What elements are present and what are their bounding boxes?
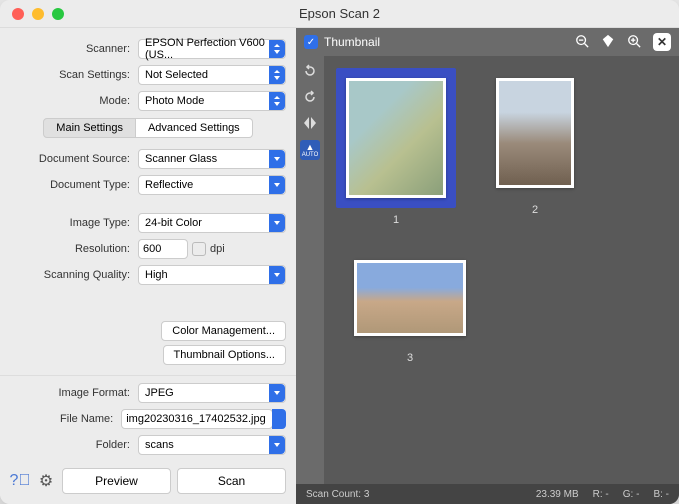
mirror-icon[interactable] [300,114,320,132]
titlebar: Epson Scan 2 [0,0,679,28]
document-source-label: Document Source: [10,153,138,165]
file-name-input[interactable] [121,409,273,429]
resolution-input[interactable] [138,239,188,259]
scanning-quality-label: Scanning Quality: [10,269,138,281]
auto-button[interactable]: ▲AUTO [300,140,320,160]
zoom-in-icon[interactable] [627,34,641,51]
preview-button[interactable]: Preview [62,468,171,494]
preview-panel: ✓ Thumbnail ✕ ▲AUTO [296,28,679,504]
thumbnail-3[interactable]: 3 [344,250,476,364]
close-preview-button[interactable]: ✕ [653,33,671,51]
document-type-select[interactable]: Reflective [138,175,286,195]
rotate-left-icon[interactable] [300,62,320,80]
window-title: Epson Scan 2 [0,6,679,21]
image-format-select[interactable]: JPEG [138,383,286,403]
resolution-unit: dpi [210,243,225,255]
status-bar: Scan Count: 3 23.39 MB R: - G: - B: - [296,484,679,504]
resolution-lock-checkbox[interactable] [192,242,206,256]
file-name-label: File Name: [10,413,121,425]
scan-settings-label: Scan Settings: [10,69,138,81]
thumbnail-options-button[interactable]: Thumbnail Options... [163,345,287,365]
mode-label: Mode: [10,95,138,107]
status-size: 23.39 MB [536,489,579,500]
color-management-button[interactable]: Color Management... [161,321,286,341]
thumbnail-image [346,78,446,198]
status-g: G: - [623,489,640,500]
gear-icon[interactable]: ⚙ [36,471,56,491]
preview-toolstrip: ▲AUTO [296,56,324,484]
mode-select[interactable]: Photo Mode [138,91,286,111]
settings-panel: Scanner: EPSON Perfection V600 (US... Sc… [0,28,296,504]
scan-count: Scan Count: 3 [306,489,369,500]
help-icon[interactable]: ?⃝ [10,471,30,491]
thumbnail-label: Thumbnail [324,35,380,49]
scanning-quality-select[interactable]: High [138,265,286,285]
rotate-right-icon[interactable] [300,88,320,106]
status-b: B: - [653,489,669,500]
document-type-label: Document Type: [10,179,138,191]
image-format-label: Image Format: [10,387,138,399]
scan-button[interactable]: Scan [177,468,286,494]
document-source-select[interactable]: Scanner Glass [138,149,286,169]
scanner-label: Scanner: [10,43,138,55]
minimize-window-button[interactable] [32,8,44,20]
resolution-label: Resolution: [10,243,138,255]
tab-advanced-settings[interactable]: Advanced Settings [136,118,253,138]
image-type-select[interactable]: 24-bit Color [138,213,286,233]
thumbnail-image [496,78,574,188]
thumbnail-grid: 1 2 3 [324,56,679,484]
folder-label: Folder: [10,439,138,451]
preview-header: ✓ Thumbnail ✕ [296,28,679,56]
thumbnail-checkbox[interactable]: ✓ [304,35,318,49]
image-type-label: Image Type: [10,217,138,229]
folder-select[interactable]: scans [138,435,286,455]
scan-settings-select[interactable]: Not Selected [138,65,286,85]
thumbnail-2[interactable]: 2 [486,68,584,226]
fullscreen-window-button[interactable] [52,8,64,20]
scanner-select[interactable]: EPSON Perfection V600 (US... [138,39,286,59]
close-window-button[interactable] [12,8,24,20]
file-name-dropdown[interactable] [272,409,286,429]
tab-main-settings[interactable]: Main Settings [43,118,136,138]
thumbnail-image [354,260,466,336]
settings-tabs: Main Settings Advanced Settings [43,118,252,138]
status-r: R: - [593,489,609,500]
thumbnail-1[interactable]: 1 [336,68,456,226]
zoom-out-icon[interactable] [575,34,589,51]
app-window: Epson Scan 2 Scanner: EPSON Perfection V… [0,0,679,504]
marker-icon[interactable] [601,34,615,51]
